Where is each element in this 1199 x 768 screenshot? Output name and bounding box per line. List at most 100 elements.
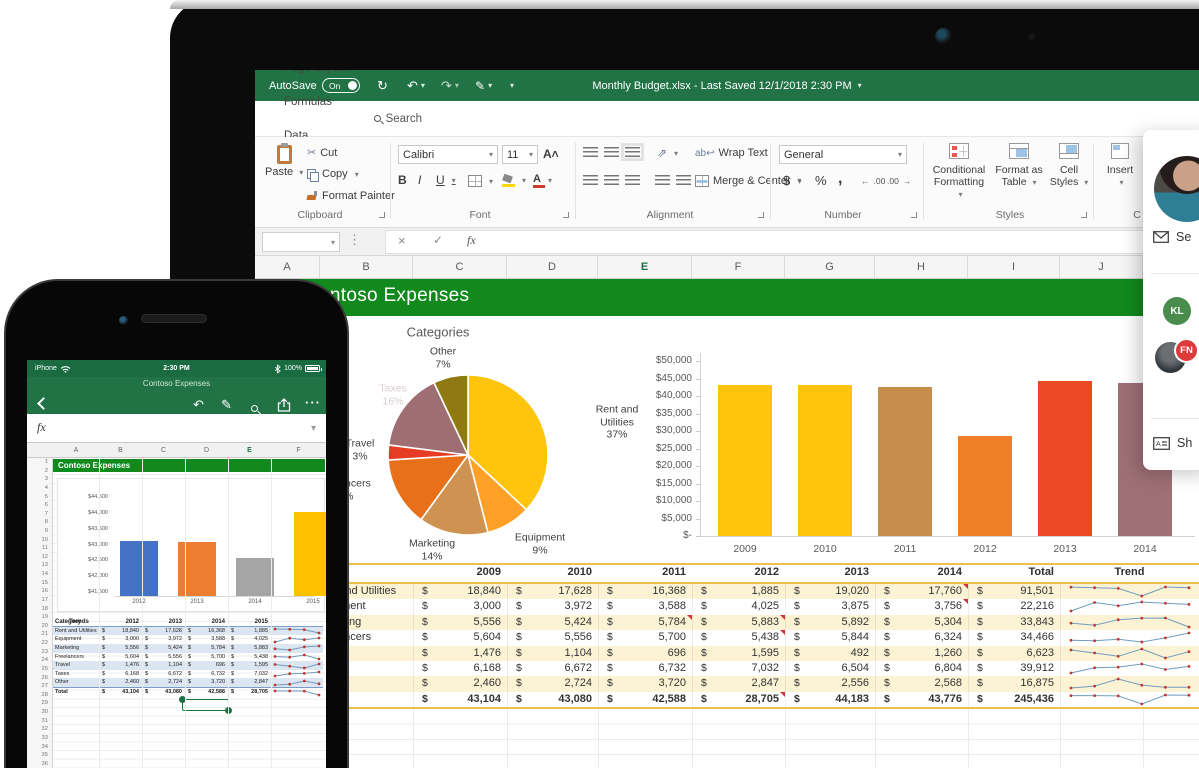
comma-style-button[interactable]: , (838, 170, 842, 188)
phone-table-row[interactable]: Rent and Utilities$18,840$17,628$16,368$… (53, 627, 323, 636)
column-header-D[interactable]: D (507, 256, 598, 278)
table-cell[interactable]: $6,324 (875, 630, 968, 645)
font-color-button[interactable]: A▾ (533, 173, 552, 187)
phone-table-row[interactable]: Other$2,460$2,724$3,720$2,847 (53, 678, 323, 687)
indent-buttons[interactable] (655, 175, 691, 185)
phone-table-cell[interactable]: $2,847 (228, 678, 271, 687)
grow-font-button[interactable]: A˄ (543, 147, 559, 161)
table-cell[interactable]: $6,672 (507, 661, 598, 676)
table-row[interactable]: Marketing$5,556$5,424$5,784$5,883$5,892$… (255, 615, 1199, 630)
table-row[interactable]: Taxes$6,168$6,672$6,732$7,032$6,504$6,80… (255, 661, 1199, 676)
column-header-G[interactable]: G (785, 256, 875, 278)
horizontal-align-buttons[interactable] (583, 175, 640, 185)
table-cell[interactable]: $3,720 (598, 676, 692, 691)
table-cell-total[interactable]: $39,912 (968, 661, 1060, 676)
table-cell[interactable]: $3,588 (598, 599, 692, 614)
phone-table-cell[interactable]: $6,168 (99, 670, 142, 679)
borders-button[interactable]: ▾ (468, 175, 493, 187)
avatar-badge-fn[interactable]: FN (1174, 338, 1199, 363)
insert-function-icon[interactable]: fx (467, 233, 476, 248)
tab-search[interactable]: Search (374, 113, 422, 125)
cancel-icon[interactable]: × (398, 233, 406, 248)
phone-table-cell[interactable]: $5,556 (99, 644, 142, 653)
send-button[interactable]: Se (1153, 230, 1191, 244)
chevron-down-icon[interactable]: ▾ (311, 423, 316, 434)
phone-table-cell[interactable]: $7,032 (228, 670, 271, 679)
name-box[interactable]: ▾ (262, 232, 340, 252)
table-cell[interactable]: $1,476 (413, 646, 507, 661)
table-cell[interactable]: $1,885 (692, 584, 785, 599)
increase-decimal-button[interactable]: ←.00 (861, 176, 885, 186)
decrease-decimal-button[interactable]: .00→ (887, 176, 911, 186)
phone-table-cell[interactable]: $17,628 (142, 627, 185, 636)
share-button[interactable]: A Sh (1153, 436, 1192, 450)
wrap-text-button[interactable]: ab↩Wrap Text (695, 147, 768, 159)
accounting-format-button[interactable]: $▾ (783, 173, 801, 188)
table-cell[interactable]: $5,304 (875, 615, 968, 630)
table-row[interactable]: Total$43,104$43,080$42,588$28,705$44,183… (255, 692, 1199, 707)
font-dialog-launcher[interactable] (563, 212, 569, 218)
table-cell[interactable]: $5,556 (413, 615, 507, 630)
table-cell[interactable]: $4,025 (692, 599, 785, 614)
phone-table-cell[interactable]: $696 (185, 661, 228, 670)
table-cell[interactable]: $3,972 (507, 599, 598, 614)
save-icon[interactable]: ↻ (377, 70, 388, 101)
phone-column-header-D[interactable]: D (185, 443, 228, 457)
phone-column-header-B[interactable]: B (99, 443, 142, 457)
phone-table-cell[interactable]: $1,885 (228, 627, 271, 636)
table-cell-total[interactable]: $6,623 (968, 646, 1060, 661)
table-cell-total[interactable]: $33,843 (968, 615, 1060, 630)
phone-table-row[interactable]: Freelancers$5,604$5,556$5,700$5,438 (53, 653, 323, 662)
table-cell[interactable]: $3,756 (875, 599, 968, 614)
table-cell[interactable]: $6,804 (875, 661, 968, 676)
phone-selection-outline[interactable] (182, 699, 229, 711)
table-cell[interactable]: $43,104 (413, 692, 507, 707)
column-header-A[interactable]: A (255, 256, 320, 278)
phone-table-row[interactable]: Equipment$3,000$3,972$3,588$4,025 (53, 635, 323, 644)
enter-icon[interactable]: ✓ (433, 233, 443, 247)
phone-table-cell[interactable]: $3,720 (185, 678, 228, 687)
avatar-badge-kl[interactable]: KL (1163, 297, 1191, 325)
avatar[interactable] (1154, 156, 1199, 222)
phone-table-cell[interactable]: $43,080 (142, 688, 185, 696)
table-cell[interactable]: $2,460 (413, 676, 507, 691)
table-row[interactable]: Rent and Utilities$18,840$17,628$16,368$… (255, 584, 1199, 599)
number-format-select[interactable]: General▾ (779, 145, 907, 164)
cell-styles-button[interactable]: CellStyles ▾ (1045, 143, 1093, 189)
paste-button[interactable]: Paste ▾ (265, 145, 303, 178)
phone-table-cell[interactable]: $4,025 (228, 635, 271, 644)
table-cell[interactable]: $2,556 (785, 676, 875, 691)
fill-color-button[interactable]: ▾ (502, 174, 526, 187)
table-cell[interactable]: $7,032 (692, 661, 785, 676)
font-size-select[interactable]: 11▾ (502, 145, 538, 164)
phone-table-cell[interactable]: $5,700 (185, 653, 228, 662)
phone-table-cell[interactable]: $5,604 (99, 653, 142, 662)
column-header-C[interactable]: C (413, 256, 507, 278)
tab-formulas[interactable]: Formulas (273, 85, 360, 119)
table-cell[interactable]: $5,604 (413, 630, 507, 645)
phone-table-cell[interactable]: $1,104 (142, 661, 185, 670)
phone-table-cell[interactable]: $2,460 (99, 678, 142, 687)
column-header-I[interactable]: I (968, 256, 1060, 278)
column-header-J[interactable]: J (1060, 256, 1143, 278)
alignment-dialog-launcher[interactable] (758, 212, 764, 218)
table-cell[interactable]: $5,424 (507, 615, 598, 630)
phone-table-cell[interactable]: $6,672 (142, 670, 185, 679)
table-cell[interactable]: $2,724 (507, 676, 598, 691)
phone-table-cell[interactable]: $3,000 (99, 635, 142, 644)
phone-table-cell[interactable]: $5,883 (228, 644, 271, 653)
table-cell[interactable]: $3,000 (413, 599, 507, 614)
phone-table-cell[interactable]: $5,784 (185, 644, 228, 653)
table-cell-total[interactable]: $34,466 (968, 630, 1060, 645)
undo-icon[interactable]: ↶ (193, 397, 204, 413)
table-cell[interactable]: $5,556 (507, 630, 598, 645)
phone-table-cell[interactable]: $5,438 (228, 653, 271, 662)
phone-table-cell[interactable]: $43,104 (99, 688, 142, 696)
insert-cells-button[interactable]: Insert▾ (1100, 143, 1140, 189)
table-row[interactable]: Equipment$3,000$3,972$3,588$4,025$3,875$… (255, 599, 1199, 614)
table-row[interactable]: Other$2,460$2,724$3,720$2,847$2,556$2,56… (255, 676, 1199, 691)
toolbar-options-icon[interactable]: ▾ (507, 70, 514, 101)
phone-table-cell[interactable]: $42,588 (185, 688, 228, 696)
table-cell[interactable]: $696 (598, 646, 692, 661)
format-painter-button[interactable]: Format Painter (307, 190, 395, 202)
